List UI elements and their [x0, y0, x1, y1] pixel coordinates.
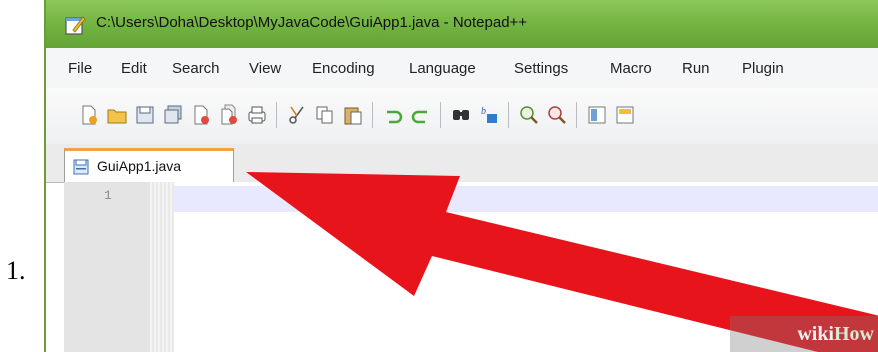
- red-arrow-annotation: [246, 172, 878, 352]
- notepadpp-window: C:\Users\Doha\Desktop\MyJavaCode\GuiApp1…: [44, 0, 878, 352]
- wikihow-watermark: wikiHow: [730, 316, 878, 352]
- watermark-wiki: wiki: [797, 323, 834, 345]
- step-number: 1.: [6, 256, 26, 285]
- watermark-how: How: [834, 323, 874, 345]
